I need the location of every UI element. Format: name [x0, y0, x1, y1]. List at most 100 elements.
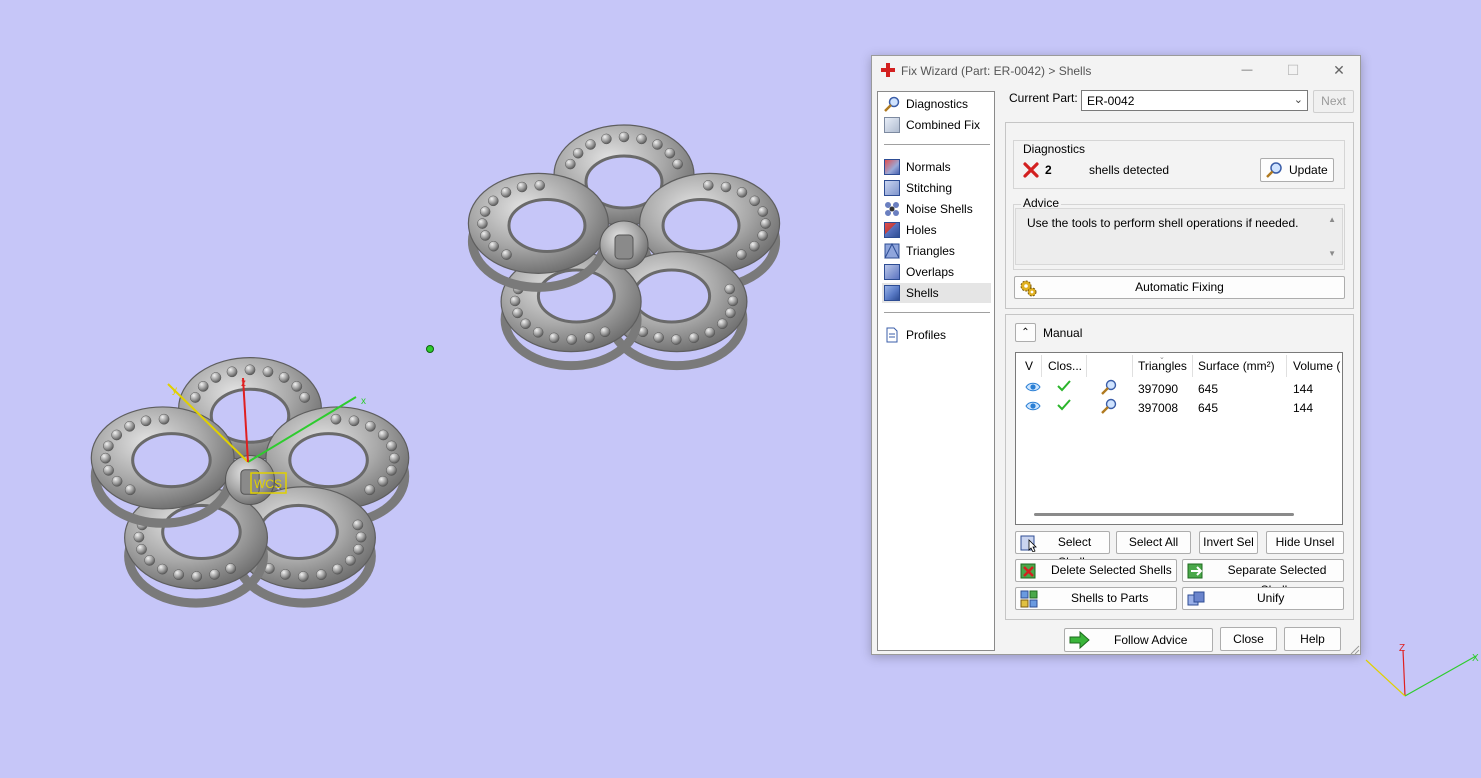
arrow-right-icon [1068, 630, 1090, 650]
nav-item-shells[interactable]: Shells [882, 283, 991, 303]
cell-volume: 144 [1293, 401, 1314, 415]
diagnostics-group-title: Diagnostics [1021, 142, 1088, 156]
current-part-select[interactable]: ER-0042 ⌄ [1081, 90, 1308, 111]
shells-to-parts-button[interactable]: Shells to Parts [1015, 587, 1177, 610]
corner-axis-z-label: Z [1399, 643, 1405, 654]
shells-to-parts-label: Shells to Parts [1071, 591, 1149, 605]
cell-surface: 645 [1198, 382, 1219, 396]
separate-shells-icon [1187, 562, 1205, 580]
axis-x-label: x [361, 396, 366, 407]
nav-item-normals[interactable]: Normals [882, 157, 991, 177]
nav-item-profiles[interactable]: Profiles [882, 325, 991, 345]
follow-advice-button[interactable]: Follow Advice [1064, 628, 1213, 652]
combined-fix-icon [884, 117, 900, 133]
automatic-fixing-label: Automatic Fixing [1135, 280, 1224, 294]
document-icon [884, 327, 900, 343]
scroll-down-icon[interactable]: ▼ [1328, 249, 1336, 258]
nav-divider [884, 144, 990, 145]
delete-shells-icon [1020, 562, 1038, 580]
nav-divider [884, 312, 990, 313]
chevron-up-icon: ⌃ [1021, 327, 1030, 338]
nav-label: Combined Fix [906, 118, 981, 132]
stitching-icon [884, 180, 900, 196]
cell-surface: 645 [1198, 401, 1219, 415]
horizontal-scrollbar[interactable] [1034, 513, 1294, 516]
resize-grip-icon[interactable] [1350, 644, 1360, 655]
corner-axis-triad [1365, 649, 1477, 697]
magnifier-icon[interactable] [1100, 398, 1118, 414]
select-all-button[interactable]: Select All [1116, 531, 1191, 554]
column-header-surface[interactable]: Surface (mm²) [1198, 359, 1275, 373]
nav-label: Holes [906, 223, 937, 237]
update-button[interactable]: Update [1260, 158, 1334, 182]
magnifier-icon [884, 96, 900, 112]
nav-label: Diagnostics [906, 97, 969, 111]
maximize-button[interactable]: ☐ [1270, 56, 1316, 84]
select-shells-icon [1020, 534, 1038, 553]
help-button[interactable]: Help [1284, 627, 1341, 651]
nav-label: Stitching [906, 181, 953, 195]
petal [467, 172, 610, 292]
automatic-fixing-button[interactable]: Automatic Fixing [1014, 276, 1345, 299]
close-window-button[interactable]: ✕ [1316, 56, 1362, 84]
cell-volume: 144 [1293, 382, 1314, 396]
shells-table[interactable]: V Clos... ⌄ Triangles Surface (mm²) Volu… [1015, 352, 1343, 525]
follow-advice-label: Follow Advice [1114, 633, 1188, 647]
app-cross-icon [881, 63, 895, 77]
column-header-volume[interactable]: Volume ( [1293, 359, 1340, 373]
nav-item-holes[interactable]: Holes [882, 220, 991, 240]
checkmark-icon [1056, 379, 1072, 393]
manual-title: Manual [1043, 326, 1083, 340]
current-part-label: Current Part: [1009, 91, 1078, 105]
nav-item-noise-shells[interactable]: Noise Shells [882, 199, 991, 219]
eye-icon[interactable] [1025, 380, 1041, 394]
hide-unsel-button[interactable]: Hide Unsel [1266, 531, 1344, 554]
nav-label: Noise Shells [906, 202, 973, 216]
magnifier-icon[interactable] [1100, 379, 1118, 395]
wcs-label: WCS [254, 477, 282, 491]
shells-count: 2 [1045, 163, 1052, 177]
dialog-title: Fix Wizard (Part: ER-0042) > Shells [901, 64, 1092, 78]
close-button[interactable]: Close [1220, 627, 1277, 651]
nav-item-combined-fix[interactable]: Combined Fix [882, 115, 991, 135]
overlaps-icon [884, 264, 900, 280]
nav-label: Normals [906, 160, 951, 174]
separate-selected-shells-button[interactable]: Separate Selected Shells [1182, 559, 1344, 597]
nav-item-overlaps[interactable]: Overlaps [882, 262, 991, 282]
unify-button[interactable]: Unify [1182, 587, 1344, 610]
pivot-point-icon[interactable] [426, 345, 434, 353]
column-header-triangles[interactable]: Triangles [1138, 359, 1187, 373]
nav-item-stitching[interactable]: Stitching [882, 178, 991, 198]
delete-selected-shells-button[interactable]: Delete Selected Shells [1015, 559, 1177, 582]
nav-item-diagnostics[interactable]: Diagnostics [882, 94, 991, 114]
petal [90, 406, 235, 528]
column-divider [1041, 355, 1042, 377]
next-button[interactable]: Next [1313, 90, 1354, 113]
nav-item-triangles[interactable]: Triangles [882, 241, 991, 261]
axis-z-label: z [241, 378, 246, 389]
invert-sel-button[interactable]: Invert Sel [1199, 531, 1258, 554]
select-shells-button[interactable]: Select Shells [1015, 531, 1110, 569]
current-part-value: ER-0042 [1087, 94, 1135, 108]
diagnostics-message: shells detected [1089, 163, 1170, 177]
shells-icon [884, 285, 900, 301]
minimize-button[interactable]: — [1224, 56, 1270, 84]
cell-triangles: 397008 [1138, 401, 1179, 415]
jewelry-model-1[interactable] [90, 356, 410, 608]
dialog-titlebar[interactable]: Fix Wizard (Part: ER-0042) > Shells — ☐ … [872, 56, 1360, 84]
delete-selected-shells-label: Delete Selected Shells [1051, 563, 1172, 577]
corner-axis-x-label: X [1472, 653, 1479, 664]
column-header-closed[interactable]: Clos... [1048, 359, 1082, 373]
update-label: Update [1289, 163, 1328, 177]
jewelry-model-2[interactable] [467, 124, 781, 371]
cell-triangles: 397090 [1138, 382, 1179, 396]
nav-label: Profiles [906, 328, 947, 342]
scroll-up-icon[interactable]: ▲ [1328, 215, 1336, 224]
chevron-down-icon: ⌄ [1293, 94, 1303, 106]
noise-shells-icon [884, 201, 900, 217]
collapse-manual-button[interactable]: ⌃ [1015, 323, 1036, 342]
unify-label: Unify [1257, 591, 1285, 605]
eye-icon[interactable] [1025, 399, 1041, 413]
advice-text-box: Use the tools to perform shell operation… [1015, 208, 1343, 265]
column-header-visible[interactable]: V [1025, 359, 1033, 373]
